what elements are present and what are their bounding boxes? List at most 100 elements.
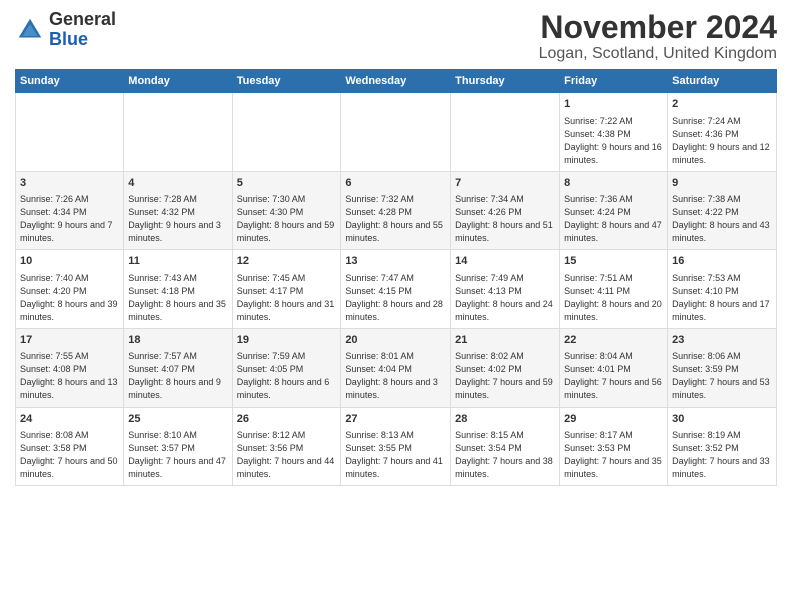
day-cell: 6 Sunrise: 7:32 AM Sunset: 4:28 PM Daylig… xyxy=(341,171,451,250)
day-number: 30 xyxy=(672,412,772,427)
day-info: Sunrise: 7:47 AM Sunset: 4:15 PM Dayligh… xyxy=(345,272,446,324)
day-cell: 11Sunrise: 7:43 AM Sunset: 4:18 PM Dayli… xyxy=(124,250,232,329)
day-number: 24 xyxy=(20,412,119,427)
day-cell: 25Sunrise: 8:10 AM Sunset: 3:57 PM Dayli… xyxy=(124,407,232,486)
day-info: Sunrise: 7:28 AM Sunset: 4:32 PM Dayligh… xyxy=(128,193,227,245)
day-cell xyxy=(16,93,124,172)
header-wednesday: Wednesday xyxy=(341,70,451,93)
day-info: Sunrise: 7:40 AM Sunset: 4:20 PM Dayligh… xyxy=(20,272,119,324)
day-number: 7 xyxy=(455,176,555,191)
day-cell: 24 Sunrise: 8:08 AM Sunset: 3:58 PM Dayli… xyxy=(16,407,124,486)
day-cell: 26 Sunrise: 8:12 AM Sunset: 3:56 PM Dayli… xyxy=(232,407,341,486)
day-cell: 3 Sunrise: 7:26 AM Sunset: 4:34 PM Daylig… xyxy=(16,171,124,250)
day-number: 17 xyxy=(20,333,119,348)
week-row-4: 24 Sunrise: 8:08 AM Sunset: 3:58 PM Dayli… xyxy=(16,407,777,486)
day-number: 4 xyxy=(128,176,227,191)
day-info: Sunrise: 7:55 AM Sunset: 4:08 PM Dayligh… xyxy=(20,350,119,402)
day-number: 23 xyxy=(672,333,772,348)
day-cell: 19 Sunrise: 7:59 AM Sunset: 4:05 PM Dayli… xyxy=(232,328,341,407)
calendar: Sunday Monday Tuesday Wednesday Thursday… xyxy=(15,69,777,486)
day-info: Sunrise: 8:01 AM Sunset: 4:04 PM Dayligh… xyxy=(345,350,446,402)
header-sunday: Sunday xyxy=(16,70,124,93)
day-cell xyxy=(341,93,451,172)
day-cell xyxy=(451,93,560,172)
day-cell: 10 Sunrise: 7:40 AM Sunset: 4:20 PM Dayli… xyxy=(16,250,124,329)
day-info: Sunrise: 7:22 AM Sunset: 4:38 PM Dayligh… xyxy=(564,115,663,167)
day-number: 21 xyxy=(455,333,555,348)
day-info: Sunrise: 7:49 AM Sunset: 4:13 PM Dayligh… xyxy=(455,272,555,324)
day-info: Sunrise: 7:43 AM Sunset: 4:18 PM Dayligh… xyxy=(128,272,227,324)
page: General Blue November 2024 Logan, Scotla… xyxy=(0,0,792,612)
day-cell: 30 Sunrise: 8:19 AM Sunset: 3:52 PM Dayli… xyxy=(668,407,777,486)
day-number: 26 xyxy=(237,412,337,427)
day-number: 3 xyxy=(20,176,119,191)
day-number: 10 xyxy=(20,254,119,269)
day-info: Sunrise: 7:30 AM Sunset: 4:30 PM Dayligh… xyxy=(237,193,337,245)
header-saturday: Saturday xyxy=(668,70,777,93)
day-cell: 17 Sunrise: 7:55 AM Sunset: 4:08 PM Dayli… xyxy=(16,328,124,407)
day-cell: 22Sunrise: 8:04 AM Sunset: 4:01 PM Dayli… xyxy=(560,328,668,407)
header-row: Sunday Monday Tuesday Wednesday Thursday… xyxy=(16,70,777,93)
day-cell: 23 Sunrise: 8:06 AM Sunset: 3:59 PM Dayli… xyxy=(668,328,777,407)
day-number: 28 xyxy=(455,412,555,427)
day-cell xyxy=(232,93,341,172)
day-info: Sunrise: 8:12 AM Sunset: 3:56 PM Dayligh… xyxy=(237,429,337,481)
week-row-2: 10 Sunrise: 7:40 AM Sunset: 4:20 PM Dayli… xyxy=(16,250,777,329)
day-info: Sunrise: 8:15 AM Sunset: 3:54 PM Dayligh… xyxy=(455,429,555,481)
day-info: Sunrise: 7:38 AM Sunset: 4:22 PM Dayligh… xyxy=(672,193,772,245)
day-info: Sunrise: 8:08 AM Sunset: 3:58 PM Dayligh… xyxy=(20,429,119,481)
day-info: Sunrise: 7:59 AM Sunset: 4:05 PM Dayligh… xyxy=(237,350,337,402)
day-number: 27 xyxy=(345,412,446,427)
day-number: 25 xyxy=(128,412,227,427)
day-number: 12 xyxy=(237,254,337,269)
day-info: Sunrise: 8:13 AM Sunset: 3:55 PM Dayligh… xyxy=(345,429,446,481)
day-cell: 14Sunrise: 7:49 AM Sunset: 4:13 PM Dayli… xyxy=(451,250,560,329)
day-info: Sunrise: 7:36 AM Sunset: 4:24 PM Dayligh… xyxy=(564,193,663,245)
day-cell: 29 Sunrise: 8:17 AM Sunset: 3:53 PM Dayli… xyxy=(560,407,668,486)
day-info: Sunrise: 7:45 AM Sunset: 4:17 PM Dayligh… xyxy=(237,272,337,324)
day-number: 13 xyxy=(345,254,446,269)
title-section: November 2024 Logan, Scotland, United Ki… xyxy=(539,10,777,63)
day-cell: 16Sunrise: 7:53 AM Sunset: 4:10 PM Dayli… xyxy=(668,250,777,329)
day-cell: 18 Sunrise: 7:57 AM Sunset: 4:07 PM Dayli… xyxy=(124,328,232,407)
day-cell: 15Sunrise: 7:51 AM Sunset: 4:11 PM Dayli… xyxy=(560,250,668,329)
day-cell: 2Sunrise: 7:24 AM Sunset: 4:36 PM Daylig… xyxy=(668,93,777,172)
day-info: Sunrise: 8:17 AM Sunset: 3:53 PM Dayligh… xyxy=(564,429,663,481)
header-tuesday: Tuesday xyxy=(232,70,341,93)
day-cell: 1Sunrise: 7:22 AM Sunset: 4:38 PM Daylig… xyxy=(560,93,668,172)
day-info: Sunrise: 7:34 AM Sunset: 4:26 PM Dayligh… xyxy=(455,193,555,245)
day-number: 18 xyxy=(128,333,227,348)
day-number: 9 xyxy=(672,176,772,191)
day-info: Sunrise: 8:19 AM Sunset: 3:52 PM Dayligh… xyxy=(672,429,772,481)
header-friday: Friday xyxy=(560,70,668,93)
day-info: Sunrise: 7:24 AM Sunset: 4:36 PM Dayligh… xyxy=(672,115,772,167)
day-cell: 28 Sunrise: 8:15 AM Sunset: 3:54 PM Dayli… xyxy=(451,407,560,486)
day-number: 16 xyxy=(672,254,772,269)
subtitle: Logan, Scotland, United Kingdom xyxy=(539,45,777,63)
day-cell: 13 Sunrise: 7:47 AM Sunset: 4:15 PM Dayli… xyxy=(341,250,451,329)
day-info: Sunrise: 7:26 AM Sunset: 4:34 PM Dayligh… xyxy=(20,193,119,245)
main-title: November 2024 xyxy=(539,10,777,45)
day-info: Sunrise: 7:57 AM Sunset: 4:07 PM Dayligh… xyxy=(128,350,227,402)
day-number: 8 xyxy=(564,176,663,191)
day-cell: 27 Sunrise: 8:13 AM Sunset: 3:55 PM Dayli… xyxy=(341,407,451,486)
logo-general: General xyxy=(49,10,116,30)
day-number: 20 xyxy=(345,333,446,348)
day-cell: 4 Sunrise: 7:28 AM Sunset: 4:32 PM Daylig… xyxy=(124,171,232,250)
week-row-3: 17 Sunrise: 7:55 AM Sunset: 4:08 PM Dayli… xyxy=(16,328,777,407)
week-row-0: 1Sunrise: 7:22 AM Sunset: 4:38 PM Daylig… xyxy=(16,93,777,172)
day-number: 19 xyxy=(237,333,337,348)
header-thursday: Thursday xyxy=(451,70,560,93)
day-cell: 7 Sunrise: 7:34 AM Sunset: 4:26 PM Daylig… xyxy=(451,171,560,250)
calendar-header: Sunday Monday Tuesday Wednesday Thursday… xyxy=(16,70,777,93)
day-info: Sunrise: 7:32 AM Sunset: 4:28 PM Dayligh… xyxy=(345,193,446,245)
header-monday: Monday xyxy=(124,70,232,93)
day-number: 29 xyxy=(564,412,663,427)
day-cell: 21Sunrise: 8:02 AM Sunset: 4:02 PM Dayli… xyxy=(451,328,560,407)
day-cell: 9 Sunrise: 7:38 AM Sunset: 4:22 PM Daylig… xyxy=(668,171,777,250)
day-number: 6 xyxy=(345,176,446,191)
day-info: Sunrise: 8:06 AM Sunset: 3:59 PM Dayligh… xyxy=(672,350,772,402)
day-info: Sunrise: 7:51 AM Sunset: 4:11 PM Dayligh… xyxy=(564,272,663,324)
day-cell: 5Sunrise: 7:30 AM Sunset: 4:30 PM Daylig… xyxy=(232,171,341,250)
logo-icon xyxy=(15,15,45,45)
